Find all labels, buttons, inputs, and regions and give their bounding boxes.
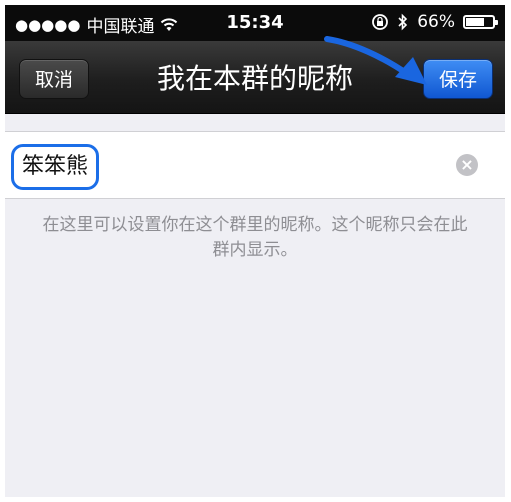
battery-percent: 66% [417,12,455,32]
nickname-input[interactable]: 笨笨熊 [11,144,100,190]
status-right: 66% [371,12,498,32]
save-button[interactable]: 保存 [423,59,493,99]
nickname-hint-text: 在这里可以设置你在这个群里的昵称。这个昵称只会在此群内显示。 [42,215,468,260]
phone-screen: ●●●●● 中国联通 15:34 66% 取消 我在本群的昵称 保存 笨笨熊 ×… [5,5,505,497]
rotation-lock-icon [372,14,389,30]
bluetooth-icon [398,13,408,31]
battery-icon [463,15,498,29]
nickname-input-row: 笨笨熊 × [5,131,505,199]
battery-level [466,18,485,26]
annotation-arrow-icon [324,36,427,85]
clear-icon[interactable]: × [456,154,478,176]
